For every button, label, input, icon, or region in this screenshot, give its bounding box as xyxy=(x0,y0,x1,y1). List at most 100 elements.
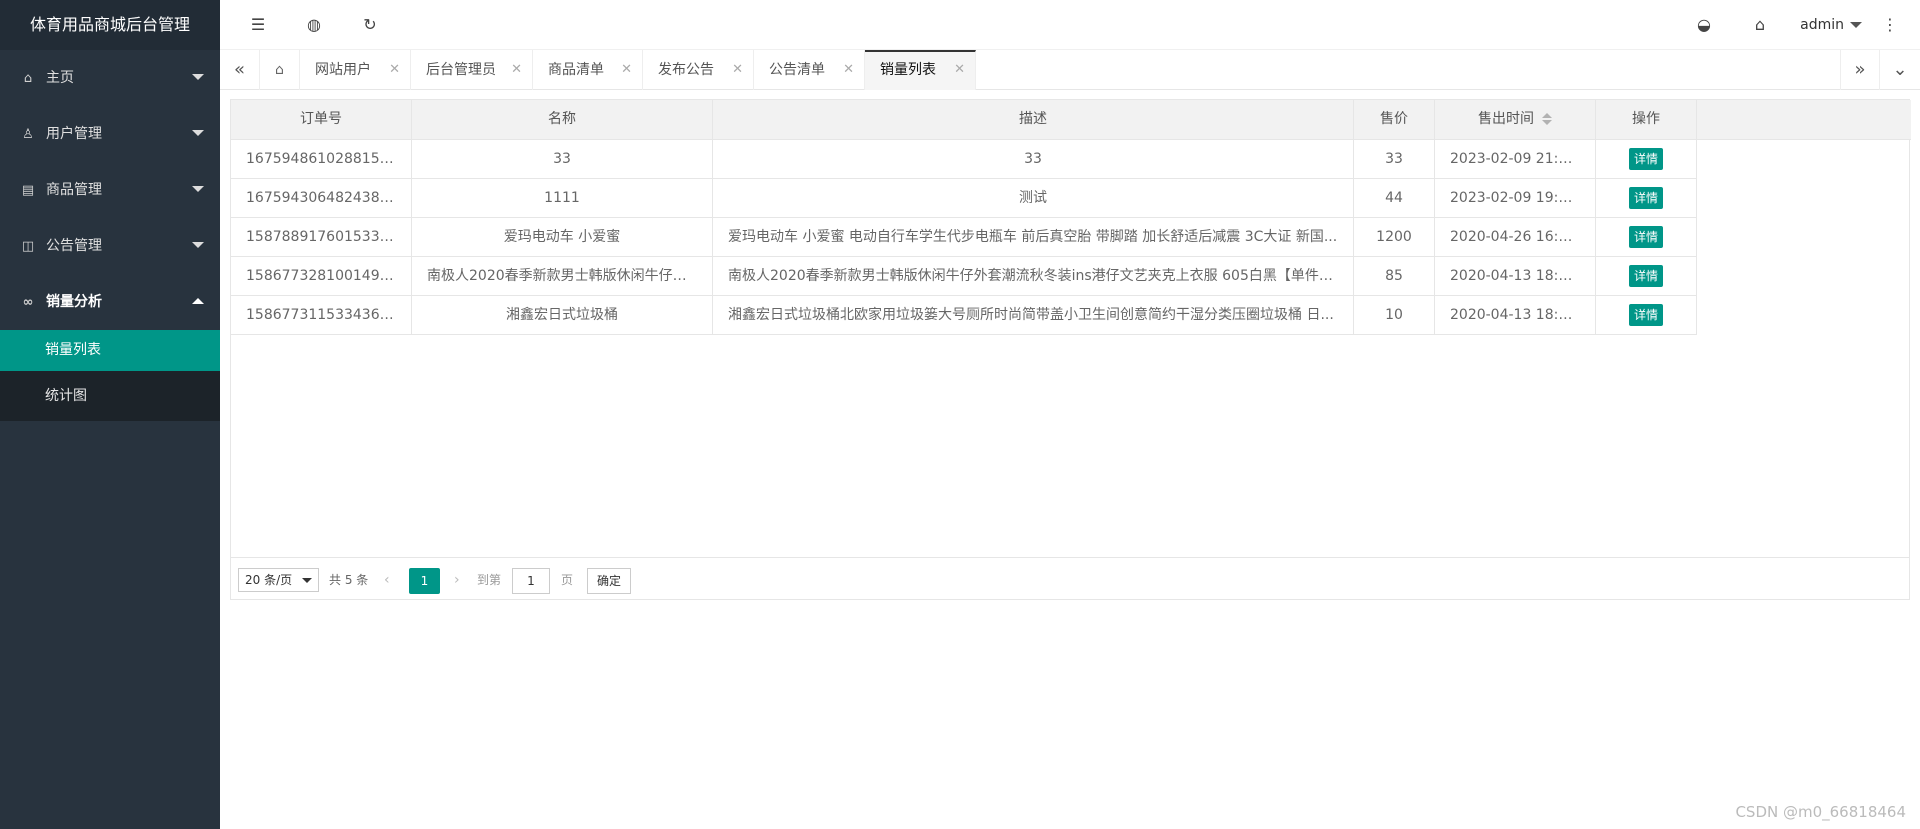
cell-action: 详情 xyxy=(1596,140,1697,179)
table-row: 1675943064824385355 1111 测试 44 2023-02-0… xyxy=(231,179,1697,218)
page-size-select[interactable]: 20 条/页 xyxy=(238,568,319,592)
sidebar-item-users[interactable]: ♙ 用户管理 xyxy=(0,106,220,162)
close-icon[interactable]: ✕ xyxy=(389,50,400,90)
tag-icon[interactable]: ⌂ xyxy=(1740,0,1780,50)
column-header-time[interactable]: 售出时间 xyxy=(1435,100,1596,139)
sales-table: 订单号 名称 描述 售价 售出时间 操作 1675948610288157454… xyxy=(230,99,1911,600)
tab-publish-notice[interactable]: 发布公告 ✕ xyxy=(643,50,754,90)
close-icon[interactable]: ✕ xyxy=(732,50,743,90)
detail-button[interactable]: 详情 xyxy=(1628,304,1663,326)
chevron-down-icon xyxy=(192,130,204,136)
cell-action: 详情 xyxy=(1596,296,1697,335)
sidebar-item-label: 用户管理 xyxy=(46,126,102,142)
user-menu[interactable]: admin xyxy=(1800,0,1862,50)
tab-notice-list[interactable]: 公告清单 ✕ xyxy=(754,50,865,90)
cell-name: 爱玛电动车 小爱蜜 xyxy=(412,218,713,257)
cell-desc: 湘鑫宏日式垃圾桶北欧家用垃圾篓大号厕所时尚简带盖小卫生间创意简约干湿分类压圈垃圾… xyxy=(713,296,1354,335)
tab-site-users[interactable]: 网站用户 ✕ xyxy=(300,50,411,90)
close-icon[interactable]: ✕ xyxy=(954,52,965,88)
sidebar-item-label: 商品管理 xyxy=(46,182,102,198)
tabs-scroll-right-icon[interactable]: » xyxy=(1840,50,1880,90)
tabs-dropdown-icon[interactable]: ⌄ xyxy=(1880,50,1920,90)
cell-action: 详情 xyxy=(1596,179,1697,218)
cell-order: 1675948610288157454 xyxy=(231,140,412,179)
sidebar-item-home[interactable]: ⌂ 主页 xyxy=(0,50,220,106)
cell-time: 2020-04-13 18:21:21 xyxy=(1435,257,1596,296)
tab-home-icon[interactable]: ⌂ xyxy=(260,50,300,90)
detail-button[interactable]: 详情 xyxy=(1628,226,1663,248)
menu-collapse-icon[interactable]: ☰ xyxy=(238,0,278,50)
infinity-icon: ∞ xyxy=(22,295,34,310)
sort-icon[interactable] xyxy=(1542,113,1552,125)
sidebar: 体育用品商城后台管理 ⌂ 主页 ♙ 用户管理 ▤ 商品管理 ◫ 公告管理 ∞ 销量分析 销… xyxy=(0,0,220,829)
detail-button[interactable]: 详情 xyxy=(1628,265,1663,287)
refresh-icon[interactable]: ↻ xyxy=(350,0,390,50)
tab-goods-list[interactable]: 商品清单 ✕ xyxy=(533,50,643,90)
tab-sales-list[interactable]: 销量列表 ✕ xyxy=(865,50,976,90)
pagination: 20 条/页 共 5 条 ‹ 1 › 到第 1 页 确定 xyxy=(231,557,1909,599)
prev-page-icon[interactable]: ‹ xyxy=(384,568,390,592)
table-row: 1587889176015334502 爱玛电动车 小爱蜜 爱玛电动车 小爱蜜 … xyxy=(231,218,1697,257)
sidebar-item-notices[interactable]: ◫ 公告管理 xyxy=(0,218,220,274)
total-count: 共 5 条 xyxy=(329,573,369,587)
column-header-time-label: 售出时间 xyxy=(1478,111,1534,127)
sidebar-item-goods[interactable]: ▤ 商品管理 xyxy=(0,162,220,218)
tab-label: 发布公告 xyxy=(658,62,714,78)
sidebar-item-label: 公告管理 xyxy=(46,238,102,254)
cell-desc: 爱玛电动车 小爱蜜 电动自行车学生代步电瓶车 前后真空胎 带脚踏 加长舒适后减震… xyxy=(713,218,1354,257)
next-page-icon[interactable]: › xyxy=(454,568,460,592)
column-header-price: 售价 xyxy=(1354,100,1435,139)
close-icon[interactable]: ✕ xyxy=(511,50,522,90)
cell-name: 1111 xyxy=(412,179,713,218)
cell-time: 2020-04-26 16:19:36 xyxy=(1435,218,1596,257)
cell-order: 1587889176015334502 xyxy=(231,218,412,257)
close-icon[interactable]: ✕ xyxy=(621,50,632,90)
chevron-down-icon xyxy=(192,74,204,80)
cell-price: 44 xyxy=(1354,179,1435,218)
tab-label: 网站用户 xyxy=(315,62,371,78)
chevron-down-icon xyxy=(192,186,204,192)
cell-price: 85 xyxy=(1354,257,1435,296)
palette-icon[interactable]: ◒ xyxy=(1684,0,1724,50)
table-header: 订单号 名称 描述 售价 售出时间 操作 xyxy=(231,100,1911,140)
cell-action: 详情 xyxy=(1596,218,1697,257)
cell-price: 1200 xyxy=(1354,218,1435,257)
goto-page-input[interactable]: 1 xyxy=(512,568,550,594)
goto-suffix: 页 xyxy=(561,573,574,587)
column-header-action: 操作 xyxy=(1596,100,1697,139)
sidebar-subitem-sales-list[interactable]: 销量列表 xyxy=(0,330,220,371)
tab-admins[interactable]: 后台管理员 ✕ xyxy=(411,50,533,90)
table-row: 1586773281001490360 南极人2020春季新款男士韩版休闲牛仔外… xyxy=(231,257,1697,296)
chevron-up-icon xyxy=(192,298,204,304)
username: admin xyxy=(1800,17,1844,33)
detail-button[interactable]: 详情 xyxy=(1628,148,1663,170)
tab-label: 商品清单 xyxy=(548,62,604,78)
cell-order: 1586773281001490360 xyxy=(231,257,412,296)
tabs-scroll-left-icon[interactable]: « xyxy=(220,50,260,90)
table-row: 1586773115334362712 湘鑫宏日式垃圾桶 湘鑫宏日式垃圾桶北欧家… xyxy=(231,296,1697,335)
cell-name: 33 xyxy=(412,140,713,179)
cell-desc: 南极人2020春季新款男士韩版休闲牛仔外套潮流秋冬装ins港仔文艺夹克上衣服 6… xyxy=(713,257,1354,296)
cell-time: 2023-02-09 21:16:50 xyxy=(1435,140,1596,179)
column-header-desc: 描述 xyxy=(713,100,1354,139)
user-icon: ♙ xyxy=(22,127,34,142)
close-icon[interactable]: ✕ xyxy=(843,50,854,90)
tab-label: 销量列表 xyxy=(880,62,936,78)
sidebar-item-label: 主页 xyxy=(46,70,74,86)
table-row: 1675948610288157454 33 33 33 2023-02-09 … xyxy=(231,140,1697,179)
cell-desc: 测试 xyxy=(713,179,1354,218)
tab-label: 后台管理员 xyxy=(426,62,496,78)
detail-button[interactable]: 详情 xyxy=(1628,187,1663,209)
cell-action: 详情 xyxy=(1596,257,1697,296)
more-vertical-icon[interactable]: ⋮ xyxy=(1870,0,1910,50)
sidebar-item-sales[interactable]: ∞ 销量分析 xyxy=(0,274,220,330)
home-icon: ⌂ xyxy=(23,71,33,86)
cell-time: 2020-04-13 18:18:35 xyxy=(1435,296,1596,335)
goto-confirm-button[interactable]: 确定 xyxy=(587,568,631,594)
globe-icon[interactable]: ◍ xyxy=(294,0,334,50)
sidebar-subitem-chart[interactable]: 统计图 xyxy=(0,371,220,421)
cell-order: 1586773115334362712 xyxy=(231,296,412,335)
page-current[interactable]: 1 xyxy=(409,568,440,594)
cell-name: 南极人2020春季新款男士韩版休闲牛仔外套 xyxy=(412,257,713,296)
goods-icon: ▤ xyxy=(21,183,35,198)
